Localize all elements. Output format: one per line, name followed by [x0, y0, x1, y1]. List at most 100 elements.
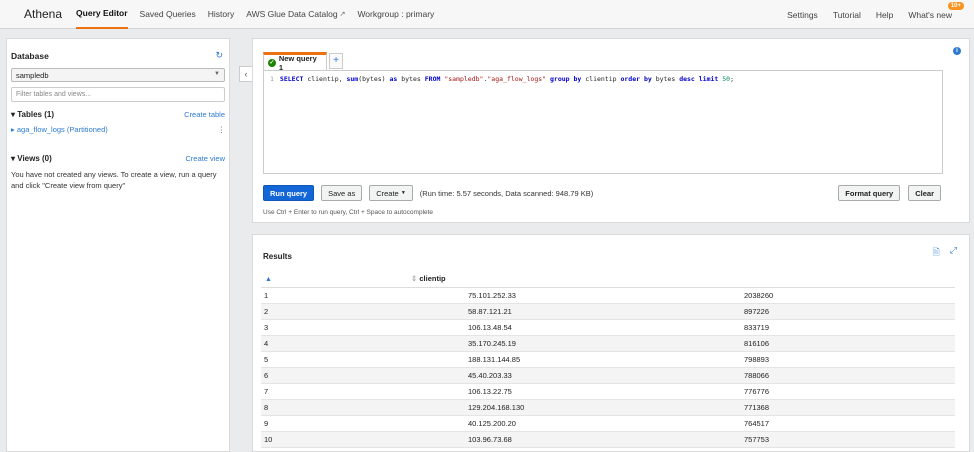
table-item-aga-flow-logs[interactable]: ▸ aga_flow_logs (Partitioned) ⋮ — [11, 125, 225, 134]
nav-saved-queries[interactable]: Saved Queries — [140, 0, 196, 29]
external-link-icon: ↗ — [339, 11, 346, 18]
views-header: ▾ Views (0) Create view — [11, 154, 225, 163]
cell-clientip: 45.40.203.33 — [365, 367, 741, 384]
run-query-button[interactable]: Run query — [263, 185, 315, 201]
database-sidebar: Database ↻ sampledb ▼ Filter tables and … — [6, 38, 230, 452]
add-tab-button[interactable]: + — [329, 53, 343, 69]
results-tools: 🗎 ⤢ — [933, 245, 957, 261]
info-icon[interactable]: i — [953, 47, 961, 55]
cell-clientip: 106.13.22.75 — [365, 383, 741, 400]
create-table-link[interactable]: Create table — [184, 110, 225, 119]
sql-token: "sampledb" — [444, 75, 484, 83]
nav-query-editor[interactable]: Query Editor — [76, 0, 128, 29]
sql-token: bytes — [651, 75, 680, 83]
check-icon: ✓ — [268, 58, 276, 67]
sql-token: ; — [730, 75, 735, 83]
save-as-button[interactable]: Save as — [321, 185, 363, 201]
collapse-sidebar-button[interactable]: ‹ — [239, 66, 253, 82]
nav-help[interactable]: Help — [876, 0, 893, 29]
table-row: 1 75.101.252.33 2038260 — [261, 287, 955, 304]
results-title: Results — [263, 252, 292, 261]
create-button[interactable]: Create ▼ — [369, 185, 413, 201]
row-number: 1 — [261, 287, 365, 304]
top-nav: Athena Query Editor Saved Queries Histor… — [0, 0, 974, 29]
more-options-icon[interactable]: ⋮ — [218, 125, 226, 134]
tab-new-query-1[interactable]: ✓ New query 1 — [263, 52, 327, 72]
notification-badge: 10+ — [947, 2, 964, 10]
cell-clientip: 40.125.200.20 — [365, 415, 741, 432]
editor-tools: Format query Clear — [830, 185, 941, 201]
row-number: 2 — [261, 303, 365, 320]
cell-bytes: 2038260 — [741, 287, 955, 304]
column-header-clientip[interactable]: ⇕ clientip — [365, 270, 741, 288]
sql-editor[interactable]: 1 SELECT clientip, sum(bytes) as bytes FR… — [263, 70, 943, 174]
tables-heading[interactable]: ▾ Tables (1) — [11, 110, 54, 119]
sql-token: sum — [346, 75, 359, 83]
sort-column-header[interactable]: ▲ — [261, 270, 365, 288]
nav-glue-catalog-label: AWS Glue Data Catalog — [246, 9, 338, 19]
sql-token: clientip, — [303, 75, 347, 83]
cell-bytes: 788066 — [741, 367, 955, 384]
nav-settings[interactable]: Settings — [787, 0, 818, 29]
nav-history[interactable]: History — [208, 0, 234, 29]
brand-logo[interactable]: Athena — [24, 7, 62, 21]
cell-clientip: 188.131.144.85 — [365, 351, 741, 368]
refresh-icon[interactable]: ↻ — [215, 50, 223, 61]
sidebar-title: Database — [11, 51, 49, 61]
views-heading-label: Views (0) — [17, 154, 52, 163]
cell-clientip: 35.170.245.19 — [365, 335, 741, 352]
sort-up-icon: ▲ — [265, 275, 272, 283]
sql-token: order by — [620, 75, 652, 83]
views-empty-message: You have not created any views. To creat… — [11, 170, 217, 190]
keyboard-hint: Use Ctrl + Enter to run query, Ctrl + Sp… — [263, 209, 434, 216]
sql-token: 50 — [722, 75, 731, 83]
format-query-button[interactable]: Format query — [838, 185, 901, 201]
column-header-bytes[interactable] — [741, 270, 955, 288]
nav-workgroup[interactable]: Workgroup : primary — [357, 0, 434, 29]
expand-icon[interactable]: ⤢ — [950, 245, 957, 261]
cell-clientip: 103.96.73.68 — [365, 431, 741, 448]
sql-token: limit — [698, 75, 719, 83]
views-heading[interactable]: ▾ Views (0) — [11, 154, 52, 163]
sql-token: SELECT — [279, 75, 304, 83]
sql-token: (bytes) — [358, 75, 390, 83]
row-number: 8 — [261, 399, 365, 416]
create-view-link[interactable]: Create view — [185, 154, 225, 163]
sql-token: FROM — [424, 75, 441, 83]
row-number: 10 — [261, 431, 365, 448]
download-icon[interactable]: 🗎 — [933, 245, 940, 261]
create-button-label: Create — [376, 188, 399, 198]
tab-label: New query 1 — [278, 53, 317, 72]
cell-bytes: 833719 — [741, 319, 955, 336]
database-select[interactable]: sampledb ▼ — [11, 68, 225, 82]
clear-button[interactable]: Clear — [908, 185, 941, 201]
nav-whats-new[interactable]: What's new — [908, 0, 952, 29]
cell-clientip: 58.87.121.21 — [365, 303, 741, 320]
chevron-down-icon: ▼ — [214, 71, 220, 77]
table-row: 6 45.40.203.33 788066 — [261, 367, 955, 384]
nav-right: Settings Tutorial Help What's new — [772, 0, 952, 29]
row-number: 3 — [261, 319, 365, 336]
line-number: 1 — [270, 75, 274, 83]
table-item-label: aga_flow_logs (Partitioned) — [16, 125, 108, 134]
results-table: ▲ ⇕ clientip 1 75.101.252.33 2038260 2 58.8… — [261, 270, 955, 448]
cell-clientip: 129.204.168.130 — [365, 399, 741, 416]
table-row: 4 35.170.245.19 816106 — [261, 335, 955, 352]
cell-bytes: 897226 — [741, 303, 955, 320]
cell-bytes: 757753 — [741, 431, 955, 448]
filter-input[interactable]: Filter tables and views... — [11, 87, 225, 102]
row-number: 6 — [261, 367, 365, 384]
cell-bytes: 776776 — [741, 383, 955, 400]
cell-bytes: 798893 — [741, 351, 955, 368]
column-header-clientip-label: clientip — [419, 273, 446, 283]
sql-token: desc — [679, 75, 695, 83]
results-panel: Results 🗎 ⤢ ▲ ⇕ clientip 1 75.101.252.33 2… — [252, 234, 970, 452]
database-select-value: sampledb — [16, 71, 49, 80]
table-row: 2 58.87.121.21 897226 — [261, 303, 955, 320]
table-row: 7 106.13.22.75 776776 — [261, 383, 955, 400]
query-editor-panel: i ✓ New query 1 + 1 SELECT clientip, sum(… — [252, 38, 970, 223]
table-row: 8 129.204.168.130 771368 — [261, 399, 955, 416]
cell-bytes: 764517 — [741, 415, 955, 432]
nav-glue-catalog[interactable]: AWS Glue Data Catalog ↗ — [246, 0, 345, 29]
nav-tutorial[interactable]: Tutorial — [833, 0, 861, 29]
